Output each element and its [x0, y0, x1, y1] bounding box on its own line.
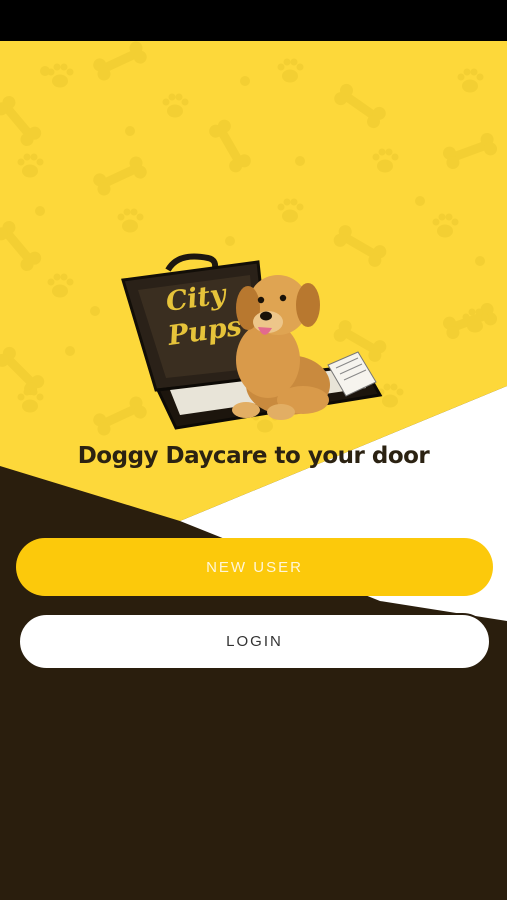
tagline: Doggy Daycare to your door [77, 443, 430, 469]
login-button[interactable]: LOGIN [18, 613, 491, 670]
city-pups-logo: City Pups [121, 253, 383, 430]
new-user-button[interactable]: NEW USER [16, 538, 493, 596]
background-pattern [0, 41, 507, 900]
status-bar [0, 0, 507, 41]
